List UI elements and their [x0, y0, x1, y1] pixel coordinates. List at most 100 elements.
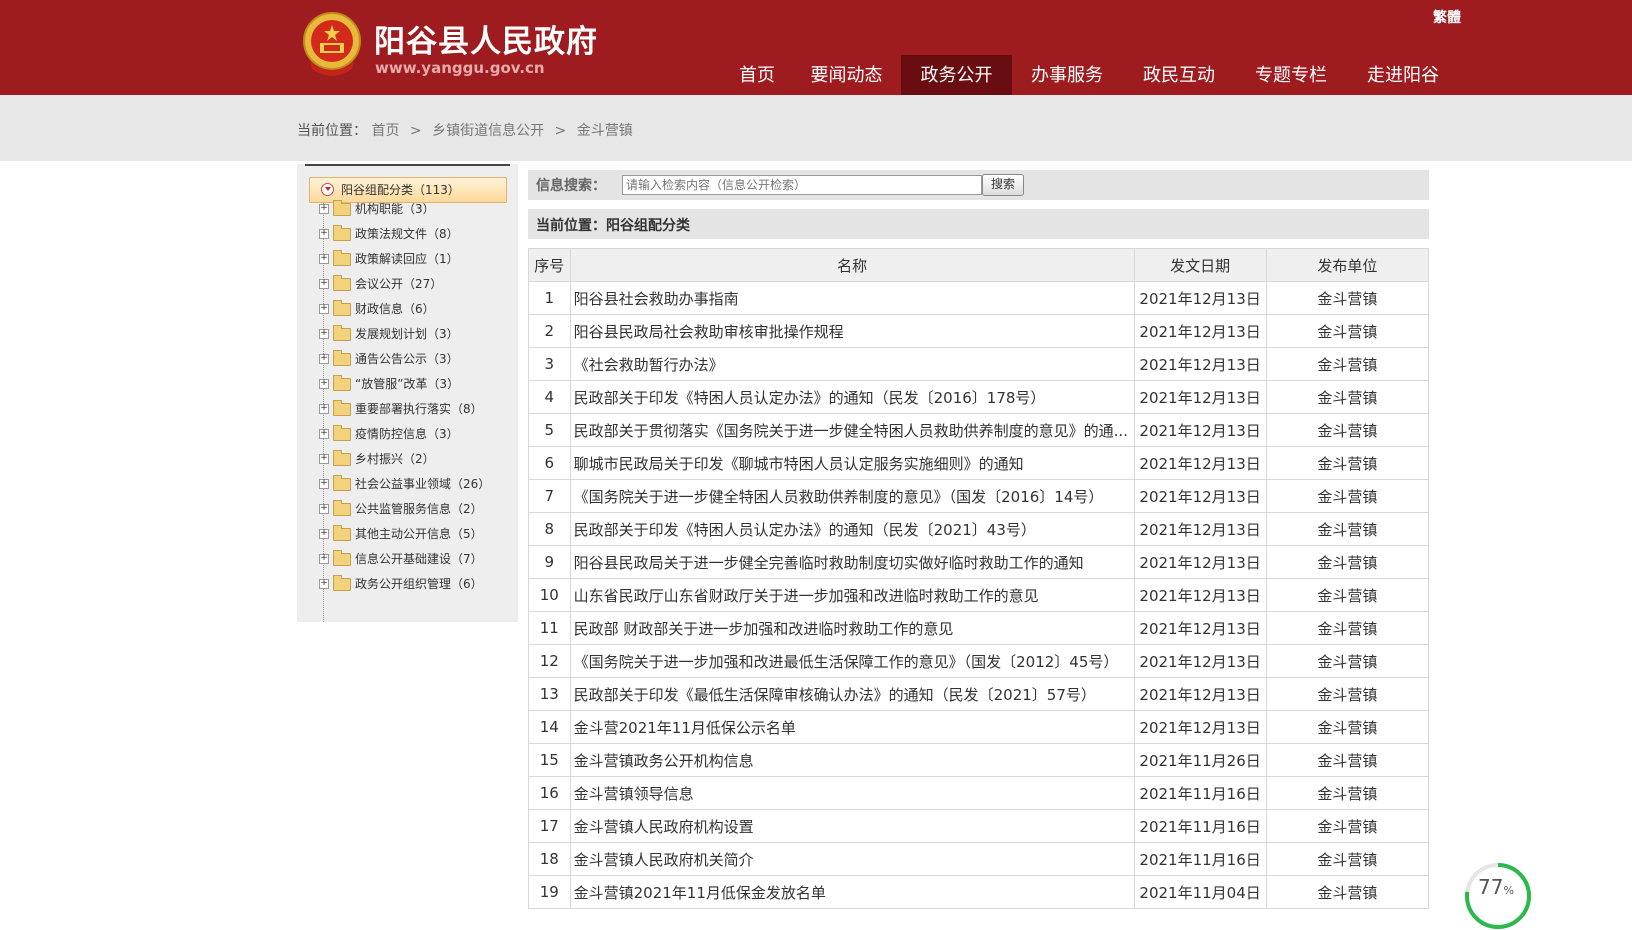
document-title-link[interactable]: 民政部关于印发《最低生活保障审核确认办法》的通知（民发〔2021〕57号） [569, 677, 1135, 711]
publishing-unit: 金斗营镇 [1265, 842, 1430, 876]
document-title-link[interactable]: 《国务院关于进一步加强和改进最低生活保障工作的意见》（国发〔2012〕45号） [569, 644, 1135, 678]
expand-icon[interactable]: + [319, 229, 329, 239]
column-header-title: 名称 [569, 248, 1135, 282]
traditional-chinese-link[interactable]: 繁體 [1433, 7, 1461, 27]
expand-icon[interactable]: + [319, 554, 329, 564]
expand-icon[interactable]: + [319, 329, 329, 339]
publishing-unit: 金斗营镇 [1265, 776, 1430, 810]
document-title-link[interactable]: 阳谷县民政局社会救助审核审批操作规程 [569, 314, 1135, 348]
tree-item-label: 社会公益事业领域（26） [355, 477, 491, 491]
folder-icon [333, 250, 351, 266]
tree-item-label: 财政信息（6） [355, 302, 435, 316]
publish-date: 2021年11月16日 [1133, 809, 1267, 843]
breadcrumb-current[interactable]: 金斗营镇 [577, 123, 633, 139]
row-number: 4 [528, 380, 571, 414]
expand-icon[interactable]: + [319, 354, 329, 364]
table-row: 5 民政部关于贯彻落实《国务院关于进一步健全特困人员救助供养制度的意见》的通...… [528, 413, 1430, 447]
document-title-link[interactable]: 金斗营镇领导信息 [569, 776, 1135, 810]
tree-item-label: 疫情防控信息（3） [355, 427, 459, 441]
column-header-unit: 发布单位 [1265, 248, 1430, 282]
publish-date: 2021年11月16日 [1133, 776, 1267, 810]
folder-icon [333, 425, 351, 441]
document-title-link[interactable]: 金斗营镇2021年11月低保金发放名单 [569, 875, 1135, 909]
publish-date: 2021年12月13日 [1133, 413, 1267, 447]
folder-icon [333, 475, 351, 491]
document-title-link[interactable]: 民政部关于印发《特困人员认定办法》的通知（民发〔2016〕178号） [569, 380, 1135, 414]
expand-icon[interactable]: + [319, 579, 329, 589]
row-number: 18 [528, 842, 571, 876]
nav-news[interactable]: 要闻动态 [796, 55, 897, 95]
expand-icon[interactable]: + [319, 454, 329, 464]
tree-item-label: 其他主动公开信息（5） [355, 527, 483, 541]
folder-icon [333, 500, 351, 516]
publishing-unit: 金斗营镇 [1265, 446, 1430, 480]
document-title-link[interactable]: 聊城市民政局关于印发《聊城市特困人员认定服务实施细则》的通知 [569, 446, 1135, 480]
document-title-link[interactable]: 金斗营镇人民政府机构设置 [569, 809, 1135, 843]
table-row: 6 聊城市民政局关于印发《聊城市特困人员认定服务实施细则》的通知 2021年12月1… [528, 446, 1430, 480]
expand-icon[interactable]: + [319, 529, 329, 539]
publish-date: 2021年12月13日 [1133, 710, 1267, 744]
search-button[interactable]: 搜索 [982, 174, 1024, 196]
breadcrumb-separator: > [409, 123, 422, 139]
document-title-link[interactable]: 金斗营2021年11月低保公示名单 [569, 710, 1135, 744]
expand-icon[interactable]: + [319, 204, 329, 214]
document-title-link[interactable]: 阳谷县民政局关于进一步健全完善临时救助制度切实做好临时救助工作的通知 [569, 545, 1135, 579]
expand-icon[interactable]: + [319, 254, 329, 264]
publishing-unit: 金斗营镇 [1265, 578, 1430, 612]
publishing-unit: 金斗营镇 [1265, 710, 1430, 744]
document-title-link[interactable]: 金斗营镇政务公开机构信息 [569, 743, 1135, 777]
expand-icon[interactable]: + [319, 304, 329, 314]
publish-date: 2021年12月13日 [1133, 677, 1267, 711]
expand-icon[interactable]: + [319, 404, 329, 414]
document-title-link[interactable]: 阳谷县社会救助办事指南 [569, 281, 1135, 315]
tree-item-label: 重要部署执行落实（8） [355, 402, 483, 416]
breadcrumb-prefix: 当前位置： [297, 123, 367, 139]
tree-item-label: 乡村振兴（2） [355, 452, 435, 466]
table-row: 17 金斗营镇人民政府机构设置 2021年11月16日 金斗营镇 [528, 809, 1430, 843]
breadcrumb-home[interactable]: 首页 [371, 123, 399, 139]
document-table: 序号 名称 发文日期 发布单位 1 阳谷县社会救助办事指南 2021年12月13日金… [528, 248, 1430, 909]
expand-icon[interactable]: + [319, 504, 329, 514]
folder-icon [333, 375, 351, 391]
row-number: 16 [528, 776, 571, 810]
nav-services[interactable]: 办事服务 [1015, 55, 1119, 95]
table-row: 12 《国务院关于进一步加强和改进最低生活保障工作的意见》（国发〔2012〕45号… [528, 644, 1430, 678]
expand-icon[interactable]: + [319, 479, 329, 489]
nav-home[interactable]: 首页 [721, 55, 793, 95]
site-title[interactable]: 阳谷县人民政府 [374, 16, 598, 61]
nav-special-topics[interactable]: 专题专栏 [1239, 55, 1343, 95]
document-title-link[interactable]: 民政部 财政部关于进一步加强和改进临时救助工作的意见 [569, 611, 1135, 645]
breadcrumb-separator: > [554, 123, 567, 139]
document-title-link[interactable]: 民政部关于印发《特困人员认定办法》的通知（民发〔2021〕43号） [569, 512, 1135, 546]
row-number: 2 [528, 314, 571, 348]
table-body: 1 阳谷县社会救助办事指南 2021年12月13日 金斗营镇 2 阳谷县民政局社会救助审核… [528, 281, 1430, 909]
expand-icon[interactable]: + [319, 279, 329, 289]
breadcrumb-township-info[interactable]: 乡镇街道信息公开 [432, 123, 544, 139]
site-domain: www.yanggu.gov.cn [375, 59, 545, 77]
breadcrumb-band: 当前位置： 首页 > 乡镇街道信息公开 > 金斗营镇 [0, 95, 1632, 161]
publishing-unit: 金斗营镇 [1265, 413, 1430, 447]
expand-icon[interactable]: + [319, 379, 329, 389]
row-number: 3 [528, 347, 571, 381]
table-row: 14 金斗营2021年11月低保公示名单 2021年12月13日 金斗营镇 [528, 710, 1430, 744]
document-title-link[interactable]: 《国务院关于进一步健全特困人员救助供养制度的意见》（国发〔2016〕14号） [569, 479, 1135, 513]
document-title-link[interactable]: 金斗营镇人民政府机关简介 [569, 842, 1135, 876]
table-header-row: 序号 名称 发文日期 发布单位 [528, 248, 1430, 282]
progress-readout: 77% [1478, 875, 1514, 899]
document-title-link[interactable]: 民政部关于贯彻落实《国务院关于进一步健全特困人员救助供养制度的意见》的通... [569, 413, 1135, 447]
folder-icon [333, 575, 351, 591]
publishing-unit: 金斗营镇 [1265, 677, 1430, 711]
table-row: 10 山东省民政厅山东省财政厅关于进一步加强和改进临时救助工作的意见 2021年12… [528, 578, 1430, 612]
national-emblem-icon[interactable] [302, 11, 362, 77]
folder-icon [333, 550, 351, 566]
expand-icon[interactable]: + [319, 429, 329, 439]
document-title-link[interactable]: 山东省民政厅山东省财政厅关于进一步加强和改进临时救助工作的意见 [569, 578, 1135, 612]
nav-government-affairs[interactable]: 政务公开 [901, 55, 1012, 95]
document-title-link[interactable]: 《社会救助暂行办法》 [569, 347, 1135, 381]
nav-interaction[interactable]: 政民互动 [1127, 55, 1231, 95]
publishing-unit: 金斗营镇 [1265, 809, 1430, 843]
search-input[interactable] [622, 175, 982, 195]
collapse-icon[interactable] [321, 183, 334, 196]
nav-about-yanggu[interactable]: 走进阳谷 [1351, 55, 1455, 95]
row-number: 12 [528, 644, 571, 678]
